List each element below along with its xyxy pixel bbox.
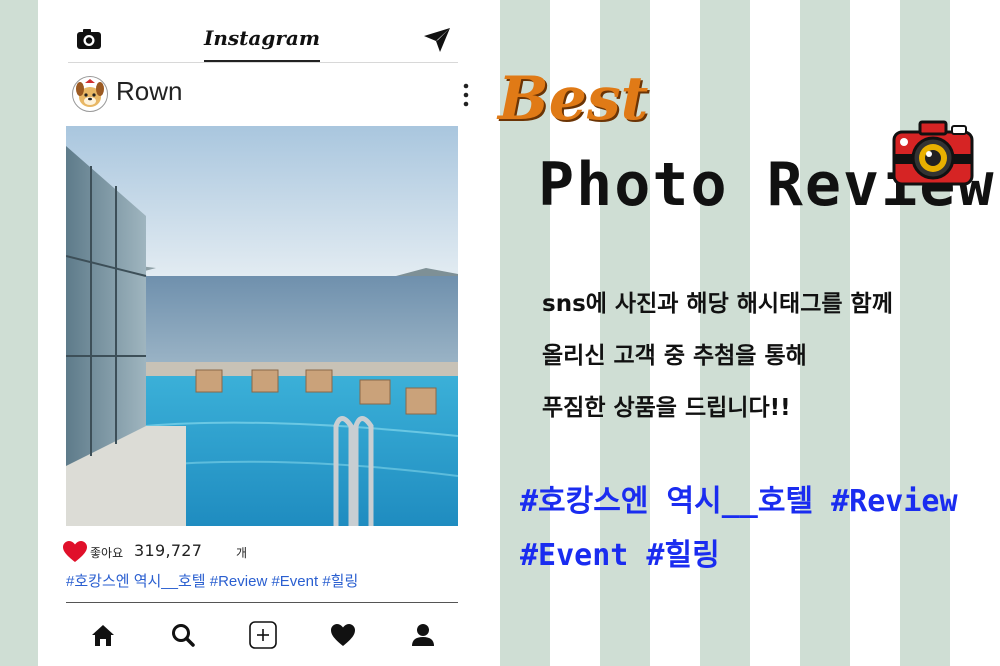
instagram-post-mockup: Instagram Rown 좋아요 319,727 개 #호캉스엔 역시__호… (38, 0, 500, 666)
camera-icon (890, 118, 976, 190)
likes-row: 좋아요 319,727 개 (62, 540, 462, 564)
desc-line: 푸짐한 상품을 드립니다!! (542, 395, 791, 421)
nav-divider (66, 602, 458, 603)
post-header: Rown (72, 74, 469, 114)
best-title: Best (498, 64, 649, 134)
topbar-divider (68, 62, 458, 63)
like-heart-icon[interactable] (62, 540, 88, 564)
profile-icon[interactable] (408, 620, 438, 650)
home-icon[interactable] (88, 620, 118, 650)
bottom-nav (38, 612, 500, 656)
add-post-icon[interactable] (248, 620, 278, 650)
desc-line: sns에 사진과 해당 해시태그를 함께 (542, 291, 893, 317)
username[interactable]: Rown (116, 76, 182, 107)
post-photo-pool-view[interactable] (65, 126, 459, 526)
camera-icon[interactable] (74, 24, 104, 54)
dog-avatar-icon[interactable] (72, 76, 108, 112)
more-vertical-icon[interactable] (460, 82, 472, 108)
search-icon[interactable] (168, 620, 198, 650)
send-icon[interactable] (422, 26, 452, 54)
heart-icon[interactable] (328, 620, 358, 650)
tag-line: #Event #힐링 (520, 538, 720, 573)
tag-line: #호캉스엔 역시__호텔 #Review (520, 484, 958, 519)
likes-count: 319,727 (134, 541, 203, 560)
likes-label: 좋아요 (90, 546, 124, 560)
app-title: Instagram (204, 26, 320, 50)
desc-line: 올리신 고객 중 추첨을 통해 (542, 343, 807, 369)
post-hashtags[interactable]: #호캉스엔 역시__호텔 #Review #Event #힐링 (66, 570, 358, 591)
promo-description: sns에 사진과 해당 해시태그를 함께 올리신 고객 중 추첨을 통해 푸짐한… (542, 284, 893, 440)
likes-unit: 개 (236, 546, 248, 560)
app-topbar: Instagram (38, 0, 500, 64)
promo-hashtags: #호캉스엔 역시__호텔 #Review #Event #힐링 (520, 476, 958, 584)
